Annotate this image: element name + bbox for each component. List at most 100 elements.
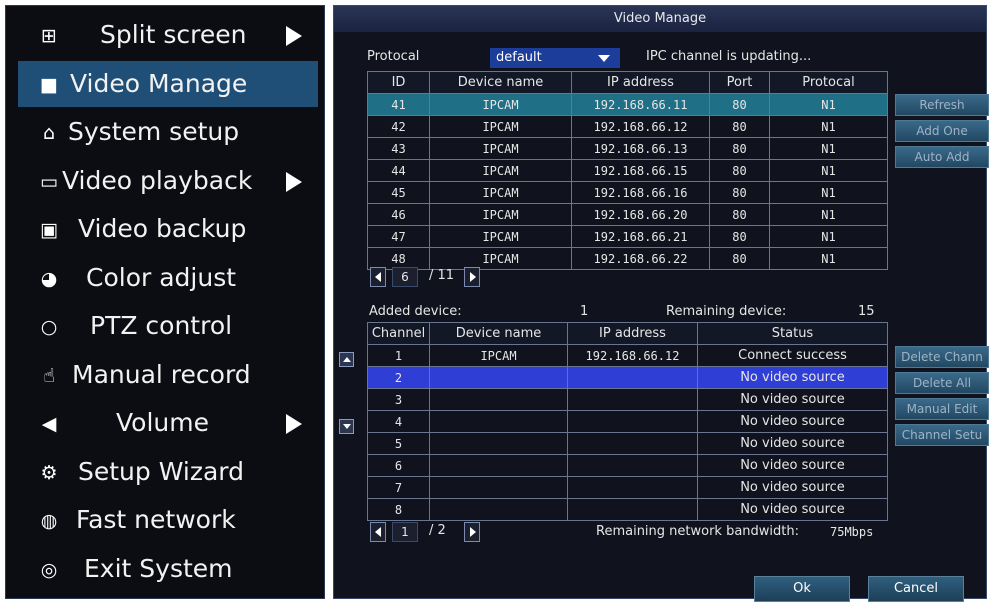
menu-item-exit-system[interactable]: ◎ Exit System: [18, 546, 318, 592]
table-cell: 47: [367, 225, 430, 248]
table-row[interactable]: 48 IPCAM 192.168.66.22 80 N1: [367, 247, 888, 270]
table-row[interactable]: 5 No video source: [367, 432, 888, 455]
menu-item-video-backup[interactable]: ▣ Video backup: [18, 206, 318, 252]
refresh-button[interactable]: Refresh: [895, 94, 989, 116]
dialog-title: Video Manage: [334, 6, 986, 32]
menu-item-setup-wizard[interactable]: ⚙ Setup Wizard: [18, 449, 318, 495]
ipc-total-pages: / 11: [429, 268, 455, 283]
menu-item-ptz-control[interactable]: ○ PTZ control: [18, 303, 318, 349]
table-cell: 80: [709, 225, 770, 248]
added-total-pages: / 2: [429, 523, 446, 538]
table-cell: IPCAM: [429, 93, 572, 116]
table-cell: 1: [367, 344, 430, 367]
table-cell: [429, 366, 568, 389]
table-cell: 192.168.66.21: [571, 225, 710, 248]
menu-item-video-playback[interactable]: ▭ Video playback: [18, 158, 318, 204]
table-cell: 80: [709, 203, 770, 226]
menu-item-fast-network[interactable]: ◍ Fast network: [18, 497, 318, 543]
table-row[interactable]: 7 No video source: [367, 476, 888, 499]
scroll-down-button[interactable]: [339, 419, 354, 434]
column-header: Channel: [367, 322, 430, 345]
table-cell: 192.168.66.16: [571, 181, 710, 204]
menu-item-video-manage[interactable]: ■ Video Manage: [18, 60, 318, 107]
table-cell: 44: [367, 159, 430, 182]
column-header: Device name: [429, 71, 572, 94]
ipc-prev-page-button[interactable]: [370, 267, 386, 287]
added-next-page-button[interactable]: [464, 522, 480, 542]
table-row[interactable]: 44 IPCAM 192.168.66.15 80 N1: [367, 159, 888, 182]
channel-setup-button[interactable]: Channel Setu: [895, 424, 989, 446]
table-row[interactable]: 8 No video source: [367, 498, 888, 521]
table-row[interactable]: 43 IPCAM 192.168.66.13 80 N1: [367, 137, 888, 160]
save-icon: ▣: [40, 219, 58, 241]
table-cell: 192.168.66.13: [571, 137, 710, 160]
table-row[interactable]: 2 No video source: [367, 366, 888, 389]
menu-item-label: Split screen: [100, 20, 247, 49]
table-row[interactable]: 46 IPCAM 192.168.66.20 80 N1: [367, 203, 888, 226]
delete-channel-button[interactable]: Delete Chann: [895, 346, 989, 368]
table-row[interactable]: 42 IPCAM 192.168.66.12 80 N1: [367, 115, 888, 138]
table-row[interactable]: 1 IPCAM 192.168.66.12 Connect success: [367, 344, 888, 367]
ipc-status-text: IPC channel is updating...: [646, 49, 812, 64]
table-row[interactable]: 6 No video source: [367, 454, 888, 477]
table-cell: IPCAM: [429, 203, 572, 226]
protocol-select[interactable]: default: [490, 48, 620, 68]
table-cell: [429, 432, 568, 455]
table-cell: 80: [709, 93, 770, 116]
table-cell: N1: [769, 159, 888, 182]
speaker-icon: ◀: [41, 413, 57, 435]
menu-item-color-adjust[interactable]: ◕ Color adjust: [18, 255, 318, 301]
menu-item-label: Manual record: [72, 359, 251, 389]
table-row[interactable]: 45 IPCAM 192.168.66.16 80 N1: [367, 181, 888, 204]
column-header: Status: [697, 322, 888, 345]
table-cell: 8: [367, 498, 430, 521]
manual-edit-button[interactable]: Manual Edit: [895, 398, 989, 420]
table-row[interactable]: 41 IPCAM 192.168.66.11 80 N1: [367, 93, 888, 116]
table-cell: 6: [367, 454, 430, 477]
remaining-device-count: 15: [858, 304, 875, 319]
table-row[interactable]: 3 No video source: [367, 388, 888, 411]
table-cell: IPCAM: [429, 225, 572, 248]
table-cell: 41: [367, 93, 430, 116]
table-cell: IPCAM: [429, 247, 572, 270]
home-icon: ⌂: [42, 122, 56, 144]
table-cell: 2: [367, 366, 430, 389]
menu-item-volume[interactable]: ◀ Volume: [18, 400, 318, 446]
ipc-next-page-button[interactable]: [464, 267, 480, 287]
protocol-select-value: default: [496, 50, 542, 65]
add-one-button[interactable]: Add One: [895, 120, 989, 142]
hand-icon: ☝: [43, 364, 55, 387]
arrow-right-icon: [470, 527, 476, 537]
ipc-current-page[interactable]: 6: [392, 267, 418, 287]
ipc-device-table: ID Device name IP address Port Protocal 41 IP…: [367, 71, 888, 270]
table-cell: 192.168.66.11: [571, 93, 710, 116]
auto-add-button[interactable]: Auto Add: [895, 146, 989, 168]
added-current-page[interactable]: 1: [392, 522, 418, 542]
ok-button[interactable]: Ok: [754, 576, 850, 602]
table-cell: Connect success: [697, 344, 888, 367]
table-row[interactable]: 4 No video source: [367, 410, 888, 433]
menu-item-system-setup[interactable]: ⌂ System setup: [18, 109, 318, 155]
table-cell: No video source: [697, 410, 888, 433]
scroll-up-button[interactable]: [339, 352, 354, 367]
table-cell: 4: [367, 410, 430, 433]
ptz-icon: ○: [40, 316, 58, 338]
table-cell: [567, 498, 698, 521]
table-cell: 80: [709, 181, 770, 204]
table-row[interactable]: 47 IPCAM 192.168.66.21 80 N1: [367, 225, 888, 248]
table-cell: 80: [709, 159, 770, 182]
cancel-button[interactable]: Cancel: [868, 576, 964, 602]
table-cell: [567, 454, 698, 477]
arrow-down-icon: [343, 424, 351, 429]
column-header: IP address: [567, 322, 698, 345]
table-cell: 7: [367, 476, 430, 499]
delete-all-button[interactable]: Delete All: [895, 372, 989, 394]
menu-item-split-screen[interactable]: ⊞ Split screen: [18, 12, 318, 58]
menu-item-manual-record[interactable]: ☝ Manual record: [18, 352, 318, 398]
arrow-left-icon: [375, 527, 381, 537]
added-prev-page-button[interactable]: [370, 522, 386, 542]
menu-item-label: Video backup: [78, 214, 247, 243]
bandwidth-value: 75Mbps: [830, 525, 874, 539]
table-cell: 46: [367, 203, 430, 226]
chevron-down-icon[interactable]: [598, 55, 610, 62]
